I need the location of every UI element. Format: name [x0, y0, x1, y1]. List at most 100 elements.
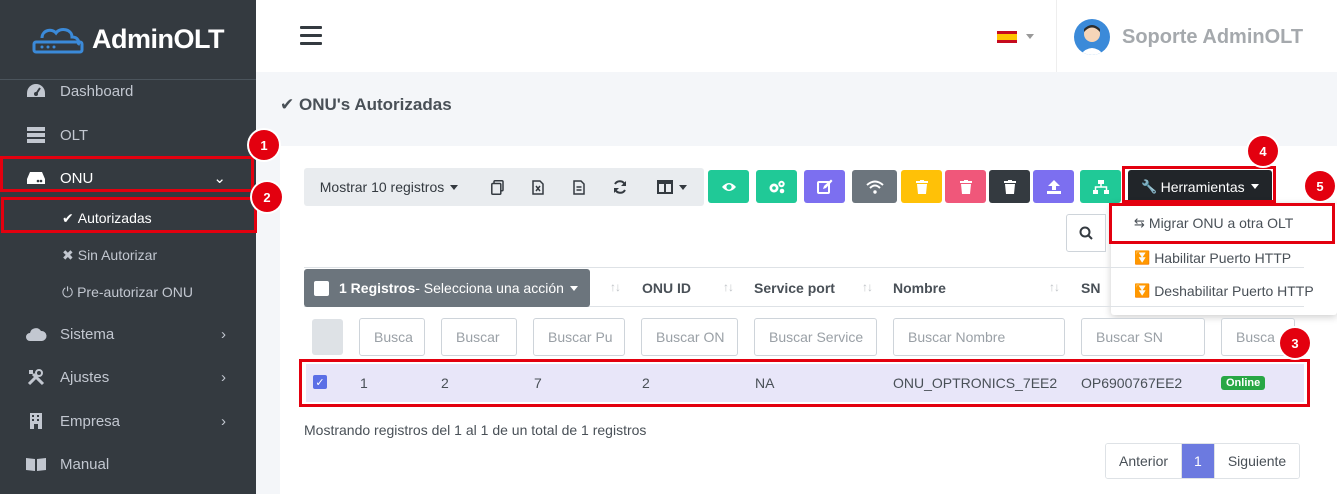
- sidebar-item-olt[interactable]: OLT: [0, 115, 256, 155]
- sidebar-subitem-label: Pre-autorizar ONU: [77, 284, 193, 300]
- trash-icon: [959, 179, 972, 194]
- sidebar-item-label: Dashboard: [60, 82, 134, 100]
- network-button[interactable]: [1080, 170, 1121, 203]
- sidebar-item-label: Sistema: [60, 325, 115, 343]
- pagination: Anterior 1 Siguiente: [1105, 443, 1301, 479]
- filter-input[interactable]: Buscar: [441, 318, 517, 356]
- annotation-number: 5: [1305, 171, 1335, 201]
- search-icon: [1079, 226, 1093, 240]
- tools-icon: [25, 368, 47, 386]
- book-icon: [25, 455, 47, 473]
- divider: [1056, 0, 1057, 72]
- upload-button[interactable]: [1033, 170, 1074, 203]
- sidebar-item-dashboard[interactable]: Dashboard: [0, 71, 256, 111]
- filter-input[interactable]: Buscar Pu: [533, 318, 625, 356]
- column-header-sn[interactable]: SN: [1081, 280, 1100, 296]
- annotation-number: 2: [252, 182, 282, 212]
- page-title-text: ONU's Autorizadas: [298, 95, 452, 114]
- annotation-number: 4: [1248, 136, 1278, 166]
- annotation-highlight-tools: [1122, 166, 1276, 203]
- filter-input-service-port[interactable]: Buscar Service: [754, 318, 877, 356]
- column-header-onu-id[interactable]: ONU ID: [642, 280, 691, 296]
- sidebar: AdminOLT Dashboard OLT ONU ⌄ ✔ Autorizad…: [0, 0, 256, 494]
- sort-icon[interactable]: ↑↓: [862, 280, 873, 294]
- delete-warning-button[interactable]: [901, 170, 942, 203]
- sidebar-subitem-pre-autorizar[interactable]: ⏻ Pre-autorizar ONU: [0, 274, 256, 310]
- filter-input-sn[interactable]: Buscar SN: [1081, 318, 1205, 356]
- column-header-nombre[interactable]: Nombre: [893, 280, 946, 296]
- search-button[interactable]: [1066, 214, 1106, 252]
- caret-down-icon: [450, 184, 459, 190]
- sort-icon[interactable]: ↑↓: [610, 280, 621, 294]
- delete-button[interactable]: [945, 170, 986, 203]
- plug-icon: ⏻: [62, 283, 74, 300]
- annotation-highlight-onu: [0, 156, 254, 192]
- sort-icon[interactable]: ↑↓: [723, 280, 734, 294]
- wifi-button[interactable]: [852, 170, 897, 203]
- annotation-number: 3: [1280, 328, 1310, 358]
- sidebar-item-sistema[interactable]: Sistema ›: [0, 314, 256, 354]
- caret-down-icon: [569, 285, 578, 291]
- file-excel-icon: [532, 179, 544, 195]
- annotation-number: 1: [249, 130, 279, 160]
- pagination-page[interactable]: 1: [1181, 444, 1214, 478]
- configure-button[interactable]: [756, 170, 797, 203]
- menu-item-label: Habilitar Puerto HTTP: [1154, 250, 1292, 266]
- chevron-right-icon: ›: [221, 368, 226, 386]
- brand[interactable]: AdminOLT: [0, 0, 256, 80]
- columns-icon: [657, 180, 673, 194]
- dashboard-icon: [25, 82, 47, 100]
- file-icon: [573, 179, 585, 195]
- chevron-right-icon: ›: [221, 412, 226, 430]
- copy-button[interactable]: [480, 168, 514, 206]
- refresh-button[interactable]: [603, 168, 637, 206]
- sidebar-item-label: Manual: [60, 455, 110, 473]
- pagination-next[interactable]: Siguiente: [1213, 444, 1300, 478]
- table-info: Mostrando registros del 1 al 1 de un tot…: [304, 422, 647, 438]
- excel-button[interactable]: [521, 168, 555, 206]
- sidebar-item-label: OLT: [60, 126, 89, 144]
- sidebar-subitem-sin-autorizar[interactable]: ✖ Sin Autorizar: [0, 237, 256, 273]
- sidebar-item-empresa[interactable]: Empresa ›: [0, 401, 256, 441]
- edit-button[interactable]: [804, 170, 845, 203]
- sidebar-item-manual[interactable]: Manual: [0, 444, 256, 484]
- page-length-button[interactable]: Mostrar 10 registros: [304, 168, 474, 206]
- cogs-icon: [769, 180, 785, 193]
- brand-name: AdminOLT: [92, 24, 224, 54]
- filter-input[interactable]: Busca: [359, 318, 425, 356]
- menu-toggle-icon[interactable]: [300, 26, 322, 46]
- copy-icon: [490, 179, 504, 195]
- filter-input-nombre[interactable]: Buscar Nombre: [893, 318, 1065, 356]
- spain-flag-icon[interactable]: [997, 31, 1017, 43]
- pagination-prev[interactable]: Anterior: [1106, 444, 1182, 478]
- upload-icon: [1046, 179, 1061, 194]
- annotation-highlight-row: [299, 359, 1310, 407]
- language-caret-icon[interactable]: [1026, 34, 1034, 39]
- wifi-icon: [865, 180, 884, 194]
- ethernet-icon: ⏬: [1134, 250, 1151, 265]
- filter-checkbox-cell: [312, 319, 343, 355]
- trash-icon: [1003, 179, 1016, 194]
- chevron-right-icon: ›: [221, 325, 226, 343]
- check-icon: ✔: [280, 95, 295, 114]
- sidebar-item-label: Ajustes: [60, 368, 110, 386]
- sidebar-item-ajustes[interactable]: Ajustes ›: [0, 357, 256, 397]
- avatar[interactable]: [1074, 19, 1110, 55]
- edit-icon: [816, 179, 832, 194]
- columns-button[interactable]: [650, 168, 694, 206]
- pdf-button[interactable]: [562, 168, 596, 206]
- sort-icon[interactable]: ↑↓: [1049, 280, 1060, 294]
- refresh-icon: [614, 180, 626, 194]
- annotation-highlight-autorizadas: [1, 197, 257, 233]
- annotation-highlight-migrar: [1109, 203, 1335, 244]
- view-button[interactable]: [708, 170, 749, 203]
- filter-input-onu-id[interactable]: Buscar ON: [641, 318, 738, 356]
- delete-dark-button[interactable]: [989, 170, 1030, 203]
- trash-icon: [915, 179, 928, 194]
- select-all-checkbox[interactable]: [314, 280, 329, 296]
- cloud-icon: [25, 325, 47, 343]
- bulk-action-button[interactable]: 1 Registros - Selecciona una acción: [304, 269, 590, 307]
- user-name[interactable]: Soporte AdminOLT: [1122, 26, 1303, 49]
- menu-item-habilitar-http[interactable]: ⏬ Habilitar Puerto HTTP: [1134, 250, 1291, 266]
- column-header-service-port[interactable]: Service port: [754, 280, 835, 296]
